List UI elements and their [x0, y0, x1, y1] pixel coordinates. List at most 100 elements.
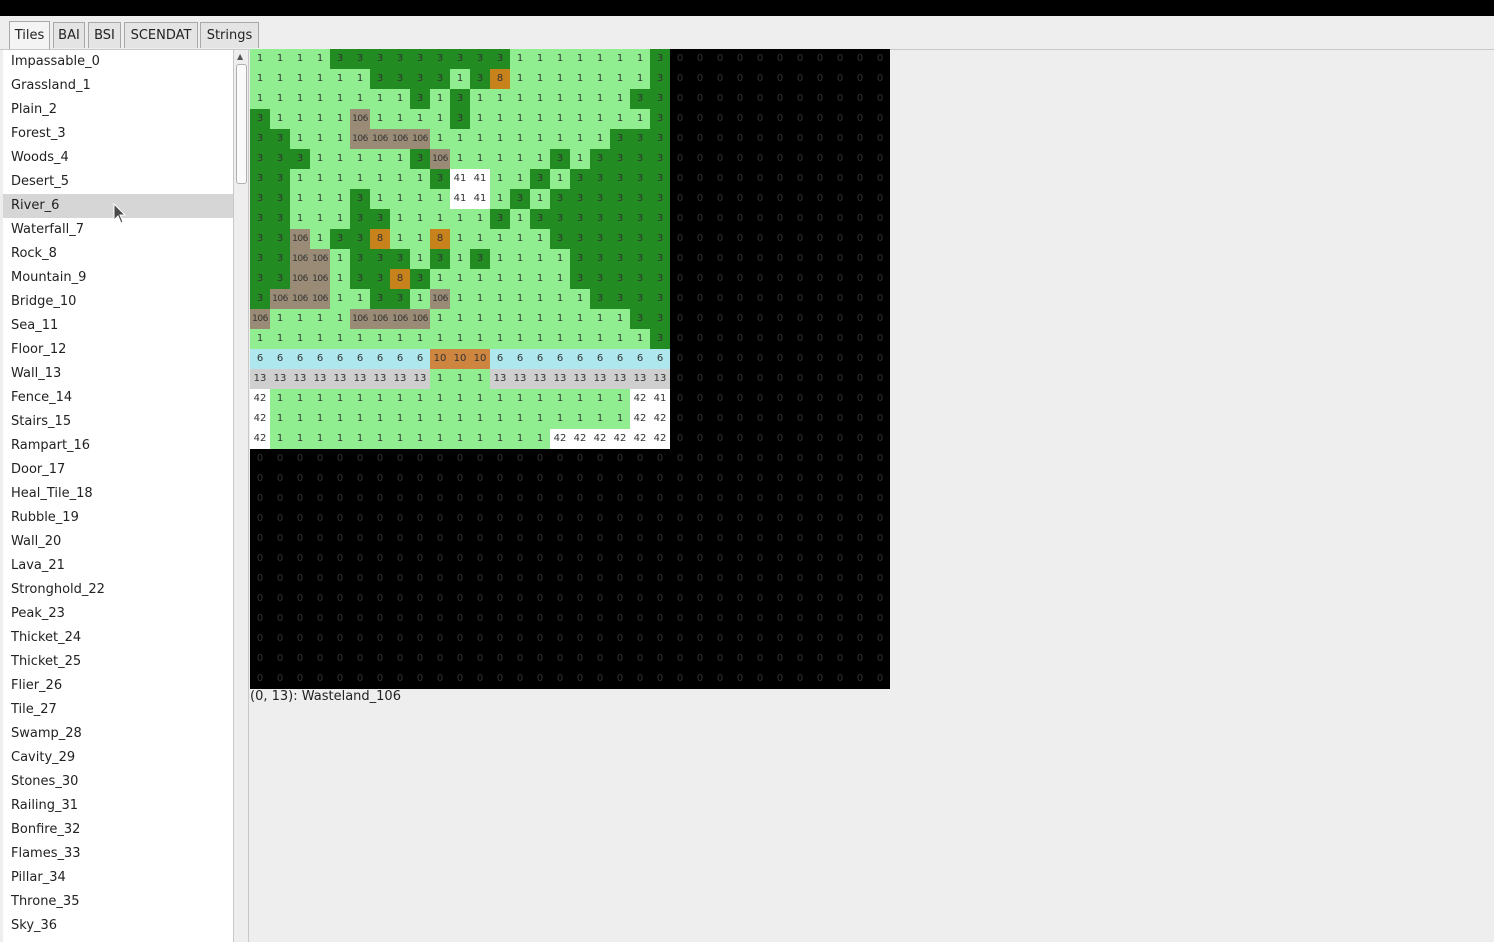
map-tile[interactable]: 3: [630, 229, 650, 249]
map-tile[interactable]: 1: [330, 189, 350, 209]
map-tile[interactable]: 0: [330, 649, 350, 669]
map-tile[interactable]: 0: [770, 529, 790, 549]
map-tile[interactable]: 1: [390, 89, 410, 109]
map-tile[interactable]: 1: [310, 309, 330, 329]
map-tile[interactable]: 3: [630, 169, 650, 189]
map-tile[interactable]: 1: [450, 249, 470, 269]
map-tile[interactable]: 0: [790, 149, 810, 169]
map-tile[interactable]: 0: [510, 589, 530, 609]
map-tile[interactable]: 1: [430, 109, 450, 129]
map-tile[interactable]: 0: [630, 569, 650, 589]
map-tile[interactable]: 0: [810, 529, 830, 549]
map-tile[interactable]: 1: [390, 409, 410, 429]
map-tile[interactable]: 0: [870, 669, 890, 689]
map-tile[interactable]: 1: [410, 169, 430, 189]
map-tile[interactable]: 0: [810, 69, 830, 89]
map-tile[interactable]: 0: [850, 149, 870, 169]
map-tile[interactable]: 0: [850, 249, 870, 269]
map-tile[interactable]: 0: [810, 389, 830, 409]
map-tile[interactable]: 0: [310, 469, 330, 489]
map-tile[interactable]: 1: [510, 289, 530, 309]
map-tile[interactable]: 0: [410, 469, 430, 489]
map-tile[interactable]: 0: [690, 589, 710, 609]
map-tile[interactable]: 0: [450, 649, 470, 669]
map-tile[interactable]: 0: [330, 469, 350, 489]
map-tile[interactable]: 106: [370, 309, 390, 329]
map-tile[interactable]: 3: [370, 249, 390, 269]
map-tile[interactable]: 0: [830, 249, 850, 269]
map-tile[interactable]: 1: [430, 129, 450, 149]
map-tile[interactable]: 1: [490, 309, 510, 329]
map-tile[interactable]: 0: [350, 509, 370, 529]
map-tile[interactable]: 0: [850, 669, 870, 689]
map-tile[interactable]: 3: [350, 229, 370, 249]
map-tile[interactable]: 1: [370, 329, 390, 349]
map-tile[interactable]: 0: [270, 489, 290, 509]
map-tile[interactable]: 0: [870, 489, 890, 509]
map-tile[interactable]: 1: [290, 69, 310, 89]
map-tile[interactable]: 0: [430, 629, 450, 649]
tile-list-item[interactable]: Throne_35: [3, 890, 233, 914]
map-tile[interactable]: 1: [430, 309, 450, 329]
map-tile[interactable]: 0: [250, 449, 270, 469]
map-tile[interactable]: 3: [630, 289, 650, 309]
map-tile[interactable]: 1: [470, 149, 490, 169]
map-tile[interactable]: 0: [590, 609, 610, 629]
map-tile[interactable]: 0: [270, 529, 290, 549]
map-tile[interactable]: 0: [750, 529, 770, 549]
map-tile[interactable]: 0: [870, 389, 890, 409]
map-tile[interactable]: 1: [530, 309, 550, 329]
map-tile[interactable]: 1: [390, 169, 410, 189]
map-tile[interactable]: 3: [630, 189, 650, 209]
map-tile[interactable]: 3: [550, 209, 570, 229]
map-tile[interactable]: 0: [470, 509, 490, 529]
map-tile[interactable]: 0: [830, 189, 850, 209]
map-tile[interactable]: 1: [410, 329, 430, 349]
map-tile[interactable]: 10: [430, 349, 450, 369]
map-tile[interactable]: 0: [730, 189, 750, 209]
map-tile[interactable]: 0: [270, 609, 290, 629]
map-tile[interactable]: 0: [630, 669, 650, 689]
map-tile[interactable]: 0: [850, 189, 870, 209]
map-tile[interactable]: 106: [250, 309, 270, 329]
map-tile[interactable]: 0: [610, 629, 630, 649]
map-tile[interactable]: 0: [690, 369, 710, 389]
map-tile[interactable]: 1: [430, 409, 450, 429]
map-tile[interactable]: 8: [390, 269, 410, 289]
map-tile[interactable]: 1: [410, 389, 430, 409]
map-tile[interactable]: 0: [530, 649, 550, 669]
map-tile[interactable]: 3: [590, 209, 610, 229]
map-tile[interactable]: 1: [350, 329, 370, 349]
map-tile[interactable]: 1: [630, 69, 650, 89]
map-tile[interactable]: 3: [410, 69, 430, 89]
map-tile[interactable]: 0: [670, 529, 690, 549]
map-tile[interactable]: 3: [630, 89, 650, 109]
map-tile[interactable]: 0: [750, 89, 770, 109]
map-tile[interactable]: 1: [530, 429, 550, 449]
map-tile[interactable]: 1: [570, 89, 590, 109]
map-tile[interactable]: 1: [430, 209, 450, 229]
map-tile[interactable]: 106: [350, 129, 370, 149]
map-tile[interactable]: 0: [750, 289, 770, 309]
map-tile[interactable]: 1: [410, 289, 430, 309]
map-tile[interactable]: 0: [390, 649, 410, 669]
map-tile[interactable]: 3: [610, 249, 630, 269]
map-tile[interactable]: 41: [650, 389, 670, 409]
map-tile[interactable]: 42: [590, 429, 610, 449]
map-tile[interactable]: 1: [450, 369, 470, 389]
tile-list-item[interactable]: Stairs_15: [3, 410, 233, 434]
map-tile[interactable]: 0: [350, 549, 370, 569]
map-tile[interactable]: 0: [590, 669, 610, 689]
map-tile[interactable]: 0: [270, 549, 290, 569]
map-tile[interactable]: 1: [490, 109, 510, 129]
map-tile[interactable]: 0: [850, 49, 870, 69]
map-tile[interactable]: 0: [730, 389, 750, 409]
map-tile[interactable]: 1: [330, 169, 350, 189]
map-tile[interactable]: 13: [590, 369, 610, 389]
map-tile[interactable]: 0: [690, 209, 710, 229]
map-tile[interactable]: 0: [790, 269, 810, 289]
tile-list-item[interactable]: Rampart_16: [3, 434, 233, 458]
map-tile[interactable]: 1: [450, 129, 470, 149]
map-tile[interactable]: 0: [550, 469, 570, 489]
map-tile[interactable]: 8: [490, 69, 510, 89]
